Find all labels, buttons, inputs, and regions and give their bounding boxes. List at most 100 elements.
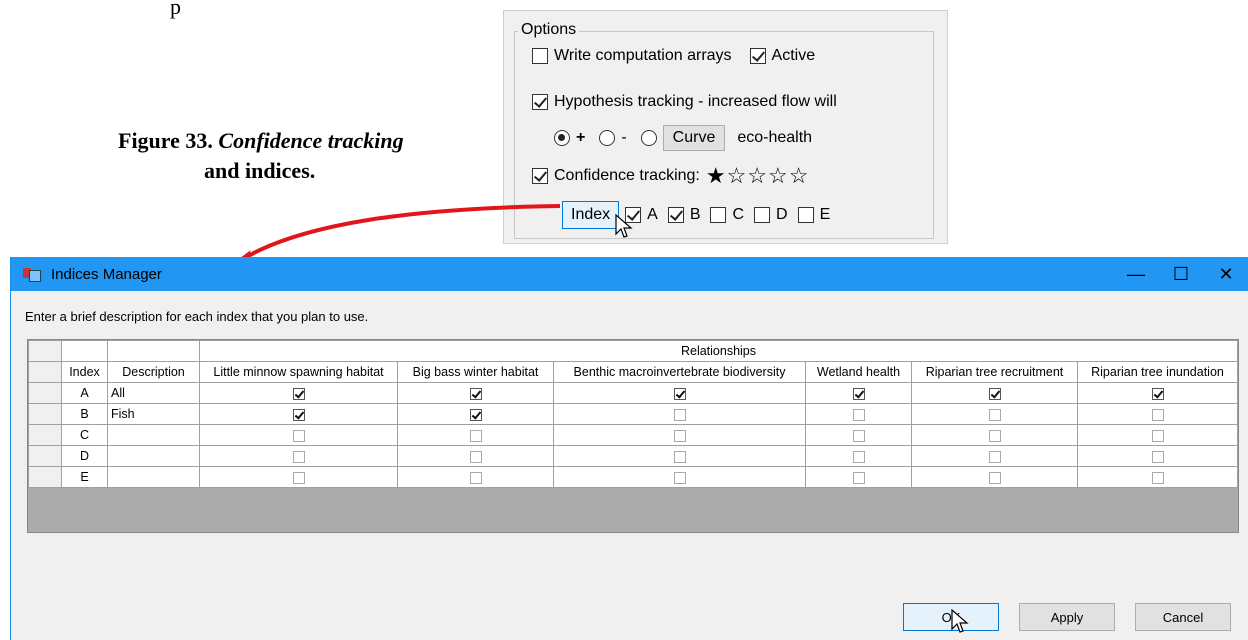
confidence-label: Confidence tracking:: [554, 167, 700, 184]
description-cell[interactable]: All: [107, 382, 200, 404]
index-checks: A B C D E: [625, 206, 840, 224]
unchecked-checkbox[interactable]: [292, 471, 305, 484]
confidence-stars[interactable]: ★☆☆☆☆: [706, 165, 810, 187]
page-text-fragment: p: [170, 0, 181, 19]
unchecked-checkbox[interactable]: [988, 429, 1001, 442]
description-column-header: Description: [107, 361, 200, 383]
relationship-column-header: Wetland health: [805, 361, 912, 383]
checked-checkbox[interactable]: [469, 387, 482, 400]
unchecked-checkbox[interactable]: [988, 471, 1001, 484]
unchecked-checkbox[interactable]: [673, 408, 686, 421]
radio-minus-label: -: [621, 129, 627, 146]
indices-grid: Relationships Index Description Little m…: [27, 339, 1239, 533]
unchecked-checkbox[interactable]: [1151, 429, 1164, 442]
relationship-cell: [911, 382, 1078, 404]
checked-checkbox[interactable]: [852, 387, 865, 400]
index-cell: D: [61, 445, 108, 467]
write-arrays-label: Write computation arrays: [554, 47, 732, 64]
relationship-cell: [199, 445, 398, 467]
unchecked-checkbox[interactable]: [852, 429, 865, 442]
index-cell: A: [61, 382, 108, 404]
radio-curve[interactable]: [640, 130, 657, 146]
relationship-cell: [911, 445, 1078, 467]
maximize-icon[interactable]: ☐: [1158, 257, 1204, 291]
blank-header-cell: [107, 340, 200, 362]
unchecked-checkbox[interactable]: [1151, 450, 1164, 463]
unchecked-checkbox[interactable]: [852, 471, 865, 484]
minimize-icon[interactable]: —: [1113, 257, 1159, 291]
row-selector[interactable]: [28, 445, 62, 467]
write-arrays-checkbox[interactable]: [532, 48, 548, 64]
relationship-cell: [1077, 403, 1238, 425]
relationship-cell: [553, 466, 806, 488]
unchecked-checkbox[interactable]: [469, 429, 482, 442]
unchecked-checkbox[interactable]: [852, 450, 865, 463]
unchecked-checkbox[interactable]: [1151, 408, 1164, 421]
unchecked-checkbox[interactable]: [988, 450, 1001, 463]
figure-label: Figure 33.: [118, 128, 213, 153]
active-checkbox[interactable]: [749, 48, 766, 64]
figure-caption: Figure 33. Confidence tracking and indic…: [118, 126, 468, 186]
radio-plus[interactable]: [554, 130, 570, 146]
pointer-cursor-icon: [615, 214, 633, 238]
options-row-4: Confidence tracking: ★☆☆☆☆: [532, 165, 810, 187]
checked-checkbox[interactable]: [673, 387, 686, 400]
checked-checkbox[interactable]: [1151, 387, 1164, 400]
relationship-cell: [1077, 424, 1238, 446]
hypothesis-checkbox[interactable]: [532, 94, 548, 110]
unchecked-checkbox[interactable]: [673, 471, 686, 484]
relationship-cell: [553, 403, 806, 425]
unchecked-checkbox[interactable]: [292, 429, 305, 442]
cancel-button[interactable]: Cancel: [1135, 603, 1231, 631]
window-title: Indices Manager: [51, 265, 162, 283]
row-selector[interactable]: [28, 382, 62, 404]
relationship-cell: [397, 466, 554, 488]
index-b-checkbox[interactable]: [667, 207, 684, 223]
description-cell[interactable]: [107, 466, 200, 488]
checked-checkbox[interactable]: [292, 387, 305, 400]
relationship-cell: [911, 424, 1078, 446]
unchecked-checkbox[interactable]: [673, 429, 686, 442]
curve-button[interactable]: Curve: [662, 125, 726, 151]
unchecked-checkbox[interactable]: [1151, 471, 1164, 484]
relationship-cell: [199, 466, 398, 488]
index-button[interactable]: Index: [562, 201, 620, 229]
index-column-header: Index: [61, 361, 108, 383]
close-icon[interactable]: ✕: [1203, 257, 1248, 291]
checked-checkbox[interactable]: [292, 408, 305, 421]
unchecked-checkbox[interactable]: [673, 450, 686, 463]
checked-checkbox[interactable]: [469, 408, 482, 421]
relationship-cell: [199, 403, 398, 425]
relationship-cell: [1077, 466, 1238, 488]
indices-manager-window: Indices Manager — ☐ ✕ Enter a brief desc…: [10, 257, 1248, 640]
unchecked-checkbox[interactable]: [852, 408, 865, 421]
unchecked-checkbox[interactable]: [988, 408, 1001, 421]
options-row-3: + - Curve eco-health: [554, 125, 812, 151]
hypothesis-label: Hypothesis tracking - increased flow wil…: [554, 93, 837, 110]
description-cell[interactable]: [107, 445, 200, 467]
radio-minus[interactable]: [599, 130, 616, 146]
table-row: D: [28, 445, 1238, 467]
row-selector[interactable]: [28, 403, 62, 425]
relationship-cell: [805, 466, 912, 488]
apply-button[interactable]: Apply: [1019, 603, 1115, 631]
index-d-checkbox[interactable]: [754, 207, 771, 223]
row-selector[interactable]: [28, 466, 62, 488]
grid-group-header-row: Relationships: [28, 340, 1238, 362]
relationship-cell: [553, 424, 806, 446]
relationship-cell: [1077, 445, 1238, 467]
confidence-checkbox[interactable]: [532, 168, 548, 184]
relationship-cell: [805, 445, 912, 467]
description-cell[interactable]: Fish: [107, 403, 200, 425]
index-c-checkbox[interactable]: [710, 207, 727, 223]
description-cell[interactable]: [107, 424, 200, 446]
unchecked-checkbox[interactable]: [469, 471, 482, 484]
relationship-column-header: Benthic macroinvertebrate biodiversity: [553, 361, 806, 383]
checked-checkbox[interactable]: [988, 387, 1001, 400]
row-selector[interactable]: [28, 424, 62, 446]
index-e-checkbox[interactable]: [797, 207, 814, 223]
index-check-label: B: [689, 206, 701, 223]
relationship-cell: [805, 382, 912, 404]
unchecked-checkbox[interactable]: [469, 450, 482, 463]
unchecked-checkbox[interactable]: [292, 450, 305, 463]
